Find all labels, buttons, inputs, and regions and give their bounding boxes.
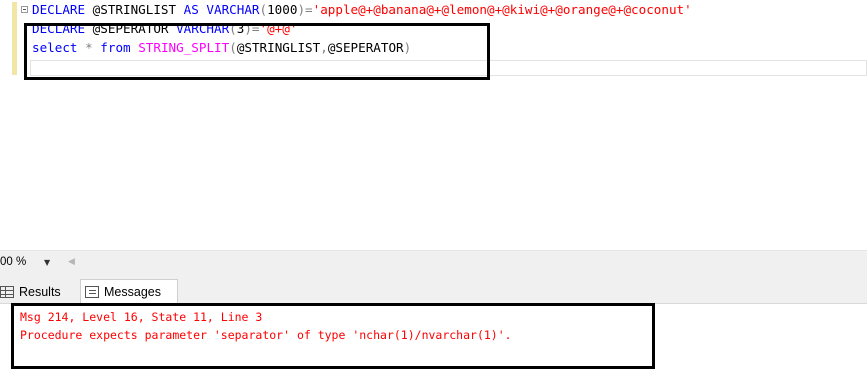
scroll-left-icon[interactable]: ◀ (68, 257, 75, 267)
tab-messages[interactable]: Messages (80, 279, 178, 304)
code-token: 1000 (267, 2, 298, 17)
code-token: @STRINGLIST (85, 2, 184, 17)
change-indicator-bar (12, 2, 17, 75)
grid-icon (0, 285, 14, 298)
code-token: 'apple@+@banana@+@lemon@+@kiwi@+@orange@… (312, 2, 692, 17)
tab-messages-label: Messages (104, 285, 161, 299)
messages-icon (85, 286, 99, 298)
zoom-level[interactable]: 00 % (0, 256, 26, 268)
code-token: )= (297, 2, 313, 17)
tab-results[interactable]: Results (0, 279, 75, 304)
code-line-1[interactable]: DECLARE @STRINGLIST AS VARCHAR(1000)='ap… (32, 1, 692, 19)
collapse-minus-icon[interactable] (21, 6, 28, 13)
chevron-down-icon[interactable]: ▼ (44, 258, 50, 267)
results-tabs-bar: Results Messages (0, 276, 867, 304)
code-token: DECLARE (32, 2, 86, 17)
code-token: ( (259, 2, 268, 17)
annotation-box-messages (11, 303, 655, 369)
zoom-bar: 00 % ▼ ◀ (0, 250, 867, 276)
code-token: AS (183, 2, 199, 17)
tab-results-label: Results (19, 284, 61, 299)
code-token: VARCHAR (206, 2, 260, 17)
annotation-box-code (24, 23, 490, 80)
query-editor[interactable]: DECLARE @STRINGLIST AS VARCHAR(1000)='ap… (0, 0, 867, 250)
